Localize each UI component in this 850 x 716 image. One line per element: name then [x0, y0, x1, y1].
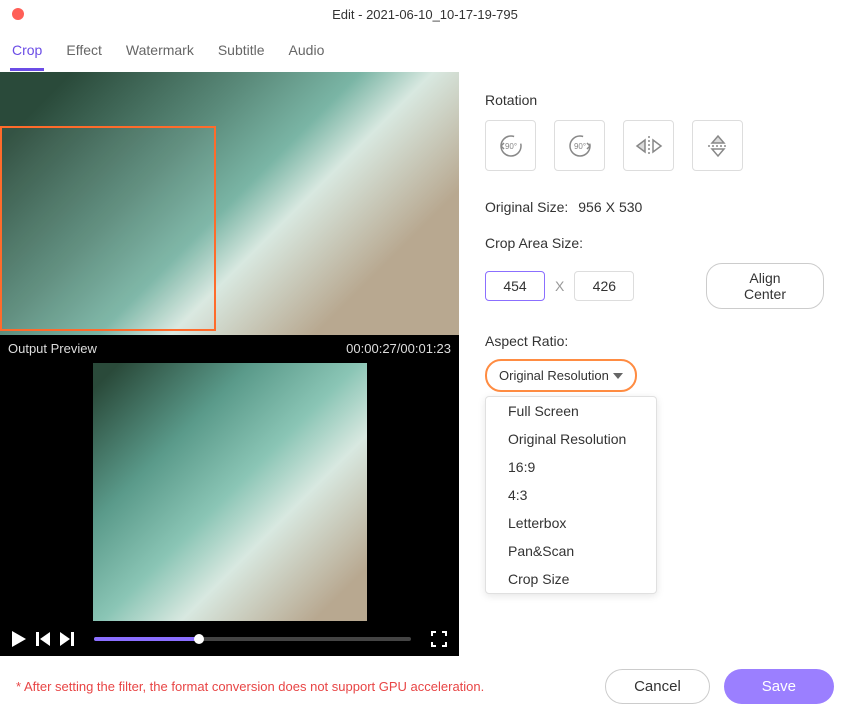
progress-thumb[interactable]	[194, 634, 204, 644]
aspect-option-cropsize[interactable]: Crop Size	[486, 565, 656, 593]
original-height: 530	[619, 199, 642, 215]
crop-area-label: Crop Area Size:	[485, 235, 824, 251]
tab-subtitle[interactable]: Subtitle	[216, 36, 267, 71]
aspect-option-original[interactable]: Original Resolution	[486, 425, 656, 453]
aspect-option-letterbox[interactable]: Letterbox	[486, 509, 656, 537]
play-button[interactable]	[12, 631, 26, 647]
preview-header: Output Preview 00:00:27/00:01:23	[0, 335, 459, 362]
crop-sep: X	[555, 278, 564, 294]
playback-progress[interactable]	[94, 637, 411, 641]
tab-audio[interactable]: Audio	[287, 36, 327, 71]
original-size-row: Original Size: 956 X 530	[485, 199, 824, 215]
playback-controls	[0, 622, 459, 656]
aspect-ratio-menu: Full Screen Original Resolution 16:9 4:3…	[485, 396, 657, 594]
footer-buttons: Cancel Save	[605, 669, 834, 704]
preview-time: 00:00:27/00:01:23	[346, 341, 451, 356]
size-sep: X	[606, 199, 615, 215]
tab-watermark[interactable]: Watermark	[124, 36, 196, 71]
preview-image	[93, 363, 367, 621]
aspect-option-4-3[interactable]: 4:3	[486, 481, 656, 509]
progress-fill	[94, 637, 199, 641]
aspect-ratio-dropdown: Original Resolution Full Screen Original…	[485, 359, 637, 392]
left-panel: Output Preview 00:00:27/00:01:23	[0, 72, 459, 656]
aspect-option-fullscreen[interactable]: Full Screen	[486, 397, 656, 425]
original-width: 956	[578, 199, 601, 215]
fullscreen-button[interactable]	[431, 631, 447, 647]
aspect-option-panscan[interactable]: Pan&Scan	[486, 537, 656, 565]
titlebar: Edit - 2021-06-10_10-17-19-795	[0, 0, 850, 28]
footer: * After setting the filter, the format c…	[0, 656, 850, 716]
flip-vertical-button[interactable]	[692, 120, 743, 171]
crop-width-input[interactable]	[485, 271, 545, 301]
original-size-label: Original Size:	[485, 199, 568, 215]
crop-source-area[interactable]	[0, 72, 459, 335]
step-back-button[interactable]	[36, 632, 50, 646]
aspect-option-16-9[interactable]: 16:9	[486, 453, 656, 481]
window-title: Edit - 2021-06-10_10-17-19-795	[332, 7, 518, 22]
flip-horizontal-button[interactable]	[623, 120, 674, 171]
save-button[interactable]: Save	[724, 669, 834, 704]
align-center-button[interactable]: Align Center	[706, 263, 824, 309]
step-forward-button[interactable]	[60, 632, 74, 646]
crop-size-row: X Align Center	[485, 263, 824, 309]
rotate-cw-button[interactable]: 90°	[554, 120, 605, 171]
rotate-ccw-button[interactable]: 90°	[485, 120, 536, 171]
close-button[interactable]	[12, 8, 24, 20]
tab-effect[interactable]: Effect	[64, 36, 104, 71]
svg-text:90°: 90°	[504, 142, 516, 151]
rotation-label: Rotation	[485, 92, 824, 108]
aspect-ratio-label: Aspect Ratio:	[485, 333, 824, 349]
svg-text:90°: 90°	[573, 142, 585, 151]
chevron-down-icon	[613, 373, 623, 379]
aspect-ratio-button[interactable]: Original Resolution	[485, 359, 637, 392]
aspect-ratio-selected: Original Resolution	[499, 368, 609, 383]
crop-height-input[interactable]	[574, 271, 634, 301]
preview-area	[0, 362, 459, 622]
warning-text: * After setting the filter, the format c…	[16, 679, 484, 694]
preview-label: Output Preview	[8, 341, 97, 356]
tab-crop[interactable]: Crop	[10, 36, 44, 71]
cancel-button[interactable]: Cancel	[605, 669, 710, 704]
right-panel: Rotation 90° 90° Original Size: 956 X 53…	[459, 72, 850, 656]
rotation-buttons: 90° 90°	[485, 120, 824, 171]
tabs: Crop Effect Watermark Subtitle Audio	[0, 28, 850, 72]
crop-selection-box[interactable]	[0, 126, 216, 331]
